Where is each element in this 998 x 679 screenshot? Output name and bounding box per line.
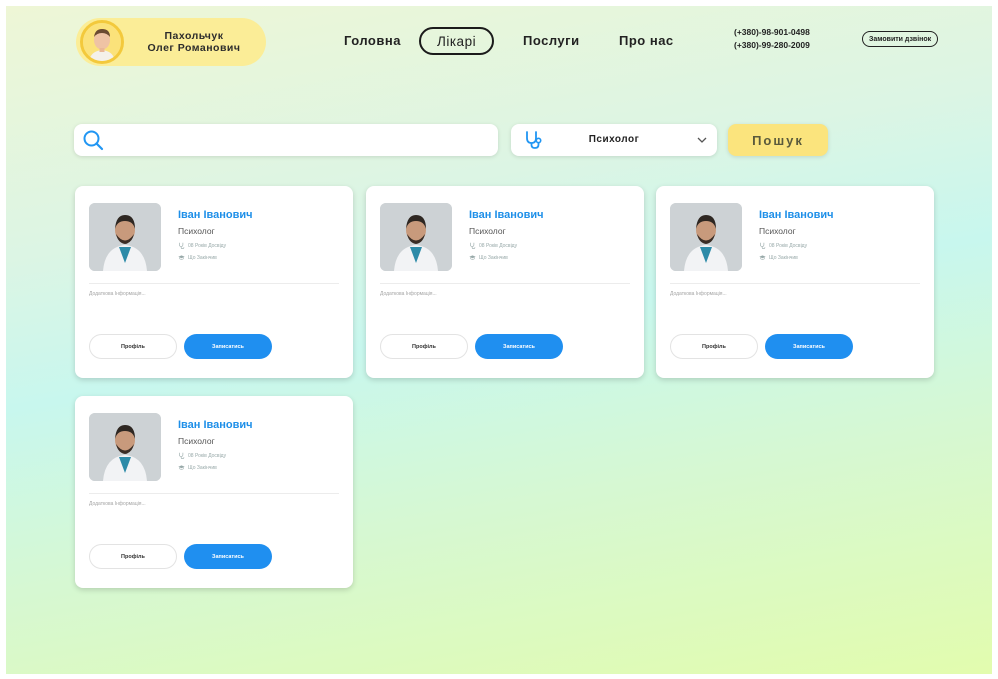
card-divider xyxy=(89,493,339,494)
phone-number-1[interactable]: (+380)-98-901-0498 xyxy=(734,26,810,39)
profile-button[interactable]: Профіль xyxy=(380,334,468,359)
doctor-education-text: Що Закінчив xyxy=(479,254,508,261)
doctor-education: Що Закінчив xyxy=(178,464,217,471)
stethoscope-icon xyxy=(760,242,766,249)
book-appointment-button[interactable]: Записатись xyxy=(184,334,272,359)
user-name-line2: Олег Романович xyxy=(147,42,241,54)
doctor-specialty: Психолог xyxy=(759,226,796,236)
graduation-cap-icon xyxy=(469,255,476,260)
doctor-specialty: Психолог xyxy=(178,436,215,446)
doctor-specialty: Психолог xyxy=(469,226,506,236)
profile-button[interactable]: Профіль xyxy=(670,334,758,359)
book-appointment-button[interactable]: Записатись xyxy=(184,544,272,569)
doctor-card: Іван Іванович Психолог 08 Років Досвіду … xyxy=(366,186,644,378)
card-divider xyxy=(89,283,339,284)
doctor-additional-info: Додаткова Інформація... xyxy=(670,291,727,297)
card-divider xyxy=(380,283,630,284)
doctor-name[interactable]: Іван Іванович xyxy=(469,209,544,221)
doctor-experience-text: 08 Років Досвіду xyxy=(479,242,518,249)
phone-number-2[interactable]: (+380)-99-280-2009 xyxy=(734,39,810,52)
graduation-cap-icon xyxy=(759,255,766,260)
contact-phones: (+380)-98-901-0498 (+380)-99-280-2009 xyxy=(734,26,810,52)
doctor-experience-text: 08 Років Досвіду xyxy=(188,452,227,459)
doctor-education-text: Що Закінчив xyxy=(188,464,217,471)
card-divider xyxy=(670,283,920,284)
user-avatar xyxy=(80,20,124,64)
request-call-button[interactable]: Замовити дзвінок xyxy=(862,31,939,47)
search-input[interactable] xyxy=(110,128,490,152)
stethoscope-icon xyxy=(179,452,185,459)
doctor-additional-info: Додаткова Інформація... xyxy=(89,291,146,297)
doctor-education: Що Закінчив xyxy=(759,254,798,261)
doctor-name[interactable]: Іван Іванович xyxy=(178,419,253,431)
doctor-education: Що Закінчив xyxy=(469,254,508,261)
user-profile-pill[interactable]: Пахольчук Олег Романович xyxy=(76,18,266,66)
doctor-experience: 08 Років Досвіду xyxy=(469,242,517,249)
graduation-cap-icon xyxy=(178,255,185,260)
doctor-photo xyxy=(89,413,161,481)
specialty-select[interactable]: Психолог xyxy=(511,124,717,156)
search-box[interactable] xyxy=(74,124,498,156)
nav-services[interactable]: Послуги xyxy=(523,33,580,48)
doctor-card: Іван Іванович Психолог 08 Років Досвіду … xyxy=(75,186,353,378)
doctor-experience: 08 Років Досвіду xyxy=(759,242,807,249)
doctor-specialty: Психолог xyxy=(178,226,215,236)
doctor-education-text: Що Закінчив xyxy=(769,254,798,261)
doctor-additional-info: Додаткова Інформація... xyxy=(89,501,146,507)
profile-button[interactable]: Профіль xyxy=(89,334,177,359)
stethoscope-icon xyxy=(179,242,185,249)
doctor-education: Що Закінчив xyxy=(178,254,217,261)
graduation-cap-icon xyxy=(178,465,185,470)
doctor-experience: 08 Років Досвіду xyxy=(178,452,226,459)
nav-home[interactable]: Головна xyxy=(344,33,401,48)
doctor-education-text: Що Закінчив xyxy=(188,254,217,261)
doctor-experience-text: 08 Років Досвіду xyxy=(769,242,808,249)
book-appointment-button[interactable]: Записатись xyxy=(765,334,853,359)
doctor-photo xyxy=(89,203,161,271)
book-appointment-button[interactable]: Записатись xyxy=(475,334,563,359)
search-button[interactable]: Пошук xyxy=(728,124,828,156)
doctor-photo xyxy=(380,203,452,271)
page-frame: Пахольчук Олег Романович Головна Лікарі … xyxy=(6,6,992,674)
stethoscope-icon xyxy=(470,242,476,249)
nav-doctors[interactable]: Лікарі xyxy=(419,27,495,55)
search-icon xyxy=(83,130,104,151)
doctor-name[interactable]: Іван Іванович xyxy=(759,209,834,221)
user-name-line1: Пахольчук xyxy=(164,30,224,42)
doctor-experience-text: 08 Років Досвіду xyxy=(188,242,227,249)
nav-about[interactable]: Про нас xyxy=(619,33,674,48)
doctor-experience: 08 Років Досвіду xyxy=(178,242,226,249)
chevron-down-icon xyxy=(697,137,707,143)
specialty-select-value: Психолог xyxy=(588,134,640,145)
profile-button[interactable]: Профіль xyxy=(89,544,177,569)
user-name: Пахольчук Олег Романович xyxy=(134,30,254,54)
doctor-photo xyxy=(670,203,742,271)
doctor-additional-info: Додаткова Інформація... xyxy=(380,291,437,297)
doctor-card: Іван Іванович Психолог 08 Років Досвіду … xyxy=(75,396,353,588)
doctor-name[interactable]: Іван Іванович xyxy=(178,209,253,221)
doctor-card: Іван Іванович Психолог 08 Років Досвіду … xyxy=(656,186,934,378)
